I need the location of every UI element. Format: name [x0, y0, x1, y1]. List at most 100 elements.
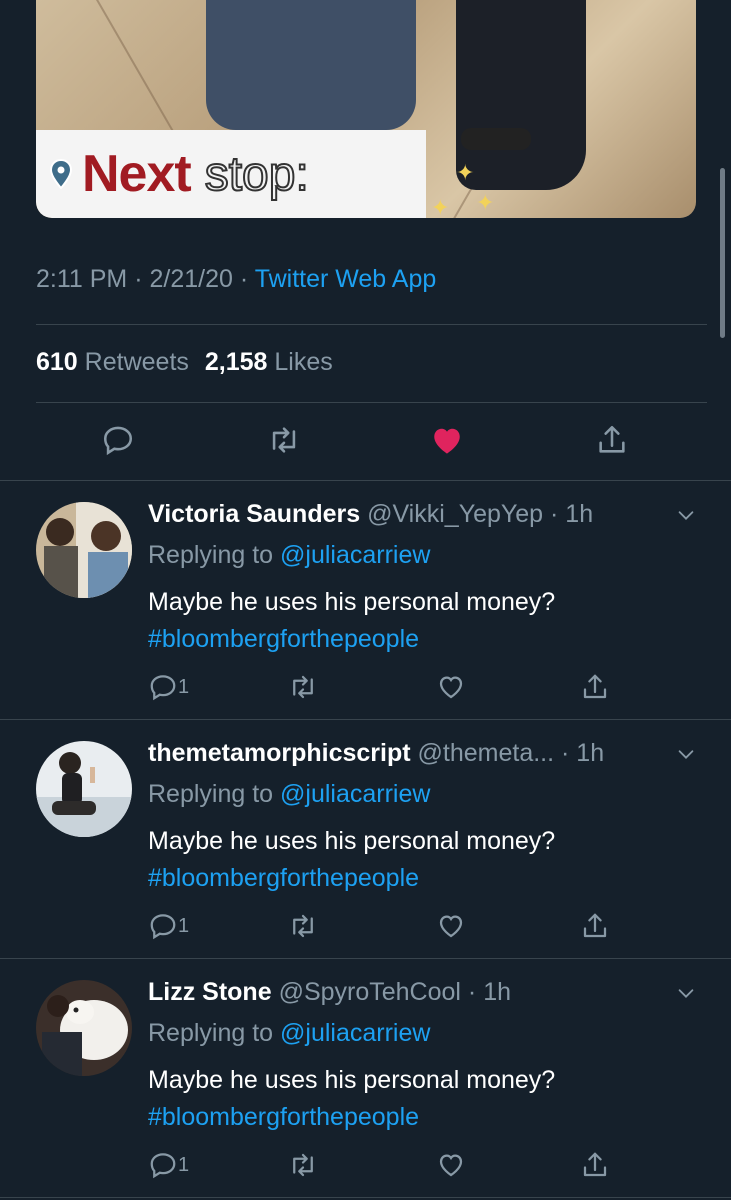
- reply-button[interactable]: 1: [148, 672, 189, 702]
- tweet-source[interactable]: Twitter Web App: [255, 265, 437, 293]
- heart-icon: [439, 915, 463, 938]
- share-button[interactable]: [580, 1150, 610, 1180]
- reply-time[interactable]: 1h: [576, 739, 604, 767]
- divider: [0, 1197, 731, 1198]
- avatar-image: [36, 980, 132, 1076]
- retweets-stat[interactable]: 610 Retweets: [36, 348, 189, 376]
- avatar[interactable]: [36, 741, 132, 837]
- reply-button[interactable]: 1: [148, 911, 189, 941]
- author-handle[interactable]: @SpyroTehCool: [279, 978, 461, 1006]
- divider: [36, 324, 707, 325]
- reply-icon: [150, 675, 176, 701]
- likes-stat[interactable]: 2,158 Likes: [205, 348, 333, 376]
- author-name[interactable]: Lizz Stone: [148, 978, 272, 1006]
- reply-tweet[interactable]: Lizz Stone @SpyroTehCool · 1h Replying t…: [0, 958, 731, 1197]
- time-separator: ·: [460, 978, 484, 1006]
- mention-link[interactable]: @juliacarriew: [280, 1019, 430, 1047]
- reply-count: 1: [178, 1153, 190, 1176]
- hashtag-link[interactable]: #bloombergforthepeople: [148, 621, 555, 658]
- reply-button[interactable]: 1: [148, 1150, 189, 1180]
- avatar-image: [36, 741, 132, 837]
- retweet-button[interactable]: [288, 1150, 318, 1180]
- reply-tweet[interactable]: themetamorphicscript @themeta... · 1h Re…: [0, 719, 731, 958]
- like-button[interactable]: [436, 911, 466, 941]
- meta-separator: ·: [134, 265, 150, 293]
- time-separator: ·: [554, 739, 577, 767]
- caption-light: stop:: [204, 147, 310, 202]
- replying-prefix: Replying to: [148, 1019, 274, 1047]
- replying-to: Replying to @juliacarriew: [148, 541, 430, 570]
- meta-separator: ·: [239, 265, 255, 293]
- reply-action-bar: 1: [148, 1150, 618, 1182]
- media-figure: [206, 0, 416, 130]
- scrollbar[interactable]: [720, 168, 725, 338]
- author-handle[interactable]: @Vikki_YepYep: [367, 500, 543, 528]
- chevron-down-icon[interactable]: [675, 743, 697, 765]
- hashtag-link[interactable]: #bloombergforthepeople: [148, 860, 555, 897]
- reply-tweet[interactable]: Victoria Saunders @Vikki_YepYep · 1h Rep…: [0, 480, 731, 719]
- author-name[interactable]: Victoria Saunders: [148, 500, 360, 528]
- reply-header: Victoria Saunders @Vikki_YepYep · 1h: [148, 500, 593, 529]
- mention-link[interactable]: @juliacarriew: [280, 780, 430, 808]
- tweet-stats: 610 Retweets 2,158 Likes: [36, 348, 333, 377]
- chevron-down-icon[interactable]: [675, 504, 697, 526]
- author-name[interactable]: themetamorphicscript: [148, 739, 411, 767]
- tweet-meta: 2:11 PM · 2/21/20 · Twitter Web App: [36, 265, 436, 294]
- divider: [36, 402, 707, 403]
- reply-time[interactable]: 1h: [565, 500, 593, 528]
- share-icon: [583, 1152, 607, 1177]
- media-figure: [461, 128, 531, 150]
- reply-text: Maybe he uses his personal money? #bloom…: [148, 1062, 555, 1136]
- reply-action-bar: 1: [148, 911, 618, 943]
- heart-icon: [439, 676, 463, 699]
- avatar[interactable]: [36, 502, 132, 598]
- like-button[interactable]: [436, 672, 466, 702]
- avatar-image: [36, 502, 132, 598]
- share-icon: [583, 913, 607, 938]
- share-button[interactable]: [594, 422, 630, 458]
- retweet-icon: [293, 914, 313, 938]
- like-label: Likes: [274, 348, 333, 376]
- reply-icon: [150, 1153, 176, 1179]
- tweet-action-bar: [0, 418, 731, 464]
- like-button[interactable]: [436, 1150, 466, 1180]
- retweet-icon: [293, 1153, 313, 1177]
- avatar[interactable]: [36, 980, 132, 1076]
- share-button[interactable]: [580, 911, 610, 941]
- caption-bold: Next: [82, 145, 192, 203]
- retweet-button[interactable]: [288, 672, 318, 702]
- share-icon: [599, 425, 625, 453]
- tweet-time[interactable]: 2:11 PM: [36, 265, 127, 293]
- share-button[interactable]: [580, 672, 610, 702]
- tweet-media[interactable]: ✦ ✦ ✦ Next stop:: [36, 0, 696, 218]
- heart-icon: [439, 1154, 463, 1177]
- like-button[interactable]: [429, 422, 465, 458]
- replying-prefix: Replying to: [148, 780, 274, 808]
- reply-button[interactable]: [100, 422, 136, 458]
- retweet-label: Retweets: [84, 348, 189, 376]
- share-icon: [583, 674, 607, 699]
- replying-to: Replying to @juliacarriew: [148, 1019, 430, 1048]
- reply-text: Maybe he uses his personal money? #bloom…: [148, 823, 555, 897]
- retweet-button[interactable]: [266, 422, 302, 458]
- retweet-icon: [293, 675, 313, 699]
- reply-time[interactable]: 1h: [483, 978, 511, 1006]
- sparkle-icon: ✦: [456, 160, 475, 185]
- reply-text: Maybe he uses his personal money? #bloom…: [148, 584, 555, 658]
- reply-action-bar: 1: [148, 672, 618, 704]
- tweet-date[interactable]: 2/21/20: [149, 265, 232, 293]
- replying-to: Replying to @juliacarriew: [148, 780, 430, 809]
- author-handle[interactable]: @themeta...: [418, 739, 555, 767]
- chevron-down-icon[interactable]: [675, 982, 697, 1004]
- retweet-button[interactable]: [288, 911, 318, 941]
- reply-header: Lizz Stone @SpyroTehCool · 1h: [148, 978, 511, 1007]
- reply-icon: [103, 426, 133, 456]
- sparkle-icon: ✦: [476, 190, 495, 215]
- media-figure: [456, 0, 586, 190]
- mention-link[interactable]: @juliacarriew: [280, 541, 430, 569]
- retweet-icon: [272, 427, 296, 453]
- hashtag-link[interactable]: #bloombergforthepeople: [148, 1099, 555, 1136]
- reply-count: 1: [178, 675, 190, 698]
- location-pin-icon: [50, 159, 72, 189]
- time-separator: ·: [543, 500, 566, 528]
